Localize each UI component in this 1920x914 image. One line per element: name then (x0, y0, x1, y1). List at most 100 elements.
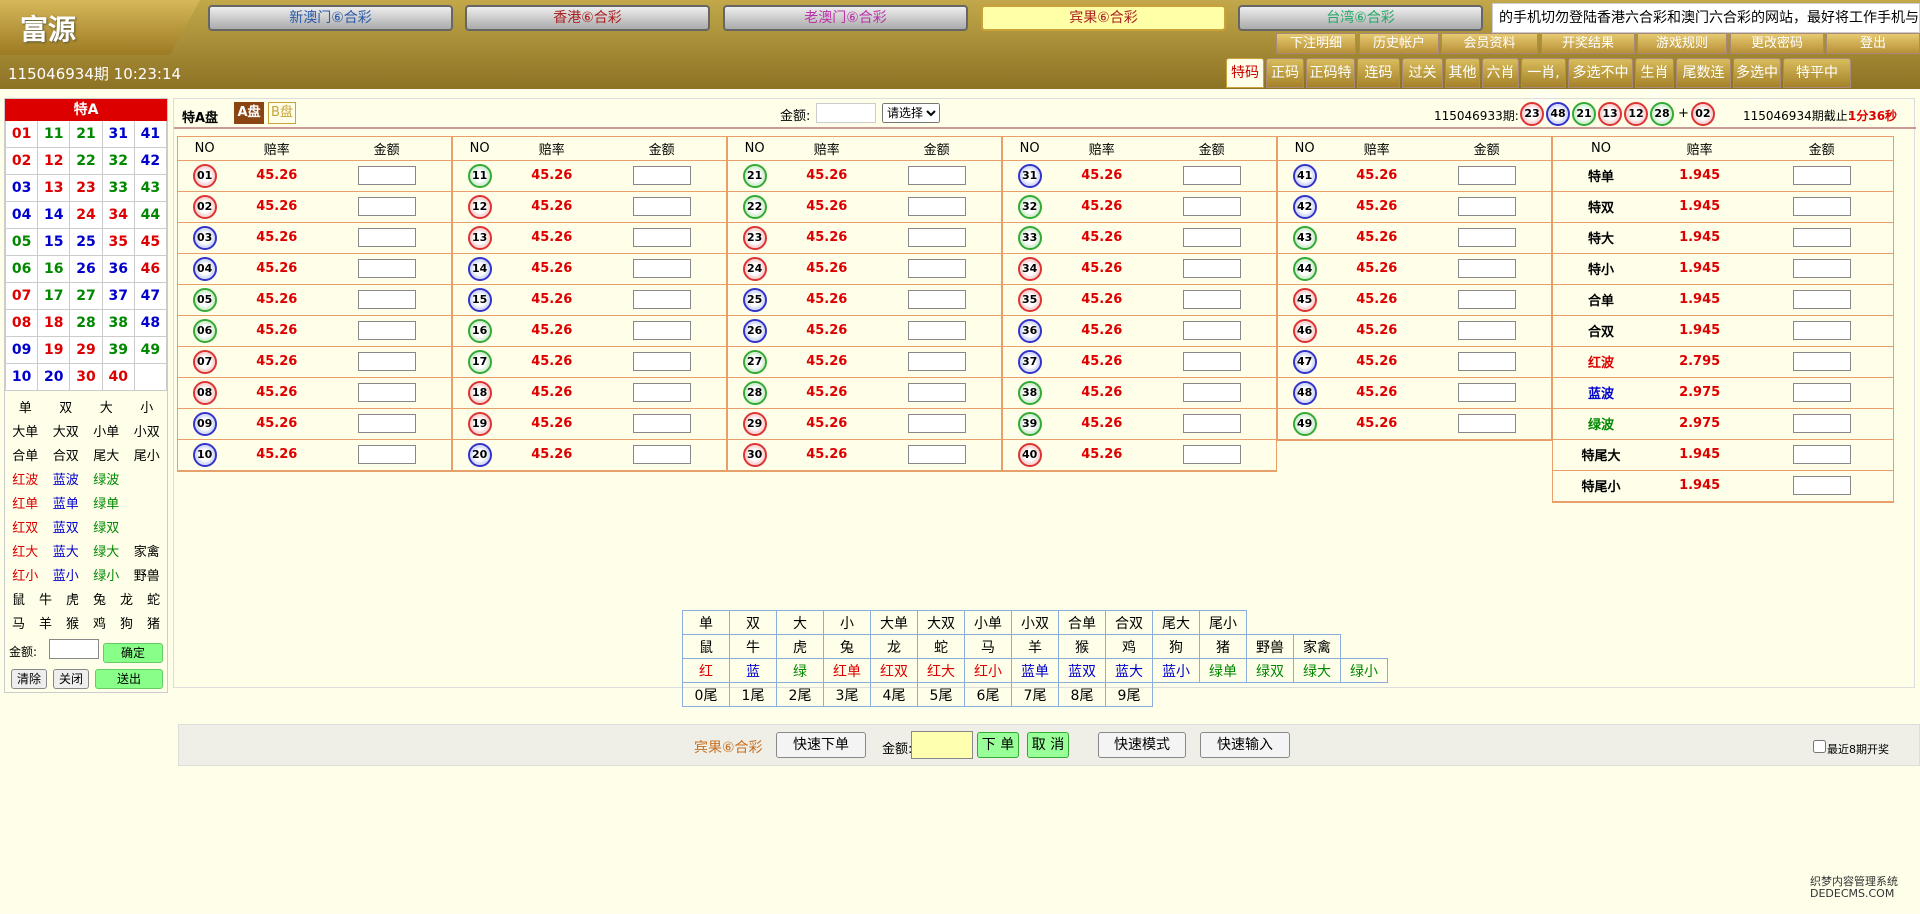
amount-input[interactable] (632, 166, 691, 185)
recent-checkbox[interactable] (1813, 740, 1826, 753)
amount-input[interactable] (1457, 414, 1516, 433)
amount-input[interactable] (907, 352, 966, 371)
quick-bet-cell[interactable]: 7尾 (1011, 682, 1059, 707)
amount-input[interactable] (1792, 476, 1851, 495)
amount-input[interactable] (1457, 383, 1516, 402)
nav-tab-3[interactable]: 连码 (1357, 58, 1400, 88)
submenu-4[interactable]: 游戏规则 (1637, 33, 1727, 54)
nav-tab-5[interactable]: 其他 (1445, 58, 1480, 88)
quick-bet-cell[interactable]: 小双 (1011, 610, 1059, 635)
quick-bet-cell[interactable]: 狗 (1152, 634, 1200, 659)
quick-bet-cell[interactable]: 家禽 (1293, 634, 1341, 659)
quick-bet-cell[interactable]: 小 (823, 610, 871, 635)
amount-input[interactable] (1457, 259, 1516, 278)
quick-bet-cell[interactable]: 大双 (917, 610, 965, 635)
amount-input[interactable] (1457, 166, 1516, 185)
amount-input[interactable] (1792, 414, 1851, 433)
quick-bet-cell[interactable]: 0尾 (682, 682, 730, 707)
lottery-tab-1[interactable]: 香港⑥合彩 (465, 5, 710, 31)
amount-input[interactable] (1182, 445, 1241, 464)
quick-bet-cell[interactable]: 红大 (917, 658, 965, 683)
quick-bet-cell[interactable]: 红小 (964, 658, 1012, 683)
amount-input[interactable] (632, 228, 691, 247)
quick-bet-cell[interactable]: 红双 (870, 658, 918, 683)
amount-input[interactable] (632, 445, 691, 464)
amount-input[interactable] (1182, 259, 1241, 278)
amount-input[interactable] (1182, 383, 1241, 402)
quick-bet-cell[interactable]: 蓝大 (1105, 658, 1153, 683)
amount-input[interactable] (1182, 290, 1241, 309)
amount-input[interactable] (907, 197, 966, 216)
quick-bet-cell[interactable]: 蛇 (917, 634, 965, 659)
quick-bet-cell[interactable]: 5尾 (917, 682, 965, 707)
quick-bet-cell[interactable]: 羊 (1011, 634, 1059, 659)
amount-input[interactable] (632, 414, 691, 433)
quick-bet-cell[interactable]: 绿小 (1340, 658, 1388, 683)
submenu-2[interactable]: 会员资料 (1441, 33, 1538, 54)
amount-input[interactable] (1457, 197, 1516, 216)
nav-tab-10[interactable]: 尾数连 (1676, 58, 1731, 88)
amount-input[interactable] (1792, 197, 1851, 216)
quick-bet-cell[interactable]: 大 (776, 610, 824, 635)
quick-bet-cell[interactable]: 单 (682, 610, 730, 635)
nav-tab-4[interactable]: 过关 (1402, 58, 1443, 88)
nav-tab-2[interactable]: 正码特 (1306, 58, 1355, 88)
quick-bet-cell[interactable]: 牛 (729, 634, 777, 659)
quick-bet-cell[interactable]: 尾小 (1199, 610, 1247, 635)
nav-tab-1[interactable]: 正码 (1266, 58, 1304, 88)
quick-bet-cell[interactable]: 9尾 (1105, 682, 1153, 707)
quick-bet-cell[interactable]: 蓝单 (1011, 658, 1059, 683)
quick-bet-cell[interactable]: 6尾 (964, 682, 1012, 707)
amount-input[interactable] (1457, 228, 1516, 247)
quick-bet-cell[interactable]: 8尾 (1058, 682, 1106, 707)
submenu-6[interactable]: 登出 (1826, 33, 1920, 54)
fast-mode-button[interactable]: 快速模式 (1098, 732, 1186, 758)
amount-input[interactable] (1792, 259, 1851, 278)
quick-bet-cell[interactable]: 猪 (1199, 634, 1247, 659)
quick-bet-cell[interactable]: 2尾 (776, 682, 824, 707)
quick-bet-cell[interactable]: 绿单 (1199, 658, 1247, 683)
amount-input[interactable] (1182, 166, 1241, 185)
quick-bet-cell[interactable]: 兔 (823, 634, 871, 659)
amount-input[interactable] (907, 290, 966, 309)
quick-bet-cell[interactable]: 龙 (870, 634, 918, 659)
amount-input[interactable] (1792, 352, 1851, 371)
lottery-tab-3[interactable]: 宾果⑥合彩 (981, 5, 1226, 31)
amount-input[interactable] (907, 166, 966, 185)
order-button[interactable]: 下 单 (977, 732, 1019, 758)
nav-tab-6[interactable]: 六肖 (1482, 58, 1519, 88)
quick-bet-cell[interactable]: 红单 (823, 658, 871, 683)
quick-bet-cell[interactable]: 绿大 (1293, 658, 1341, 683)
lottery-tab-0[interactable]: 新澳门⑥合彩 (208, 5, 453, 31)
fast-order-button[interactable]: 快速下单 (776, 732, 866, 758)
quick-bet-cell[interactable]: 双 (729, 610, 777, 635)
amount-input[interactable] (1792, 321, 1851, 340)
nav-tab-7[interactable]: 一肖,尾数 (1521, 58, 1566, 109)
amount-input[interactable] (1457, 290, 1516, 309)
quick-bet-cell[interactable]: 鼠 (682, 634, 730, 659)
quick-bet-cell[interactable]: 合单 (1058, 610, 1106, 635)
amount-input[interactable] (1457, 352, 1516, 371)
lottery-tab-4[interactable]: 台湾⑥合彩 (1238, 5, 1483, 31)
amount-input[interactable] (907, 228, 966, 247)
quick-bet-cell[interactable]: 野兽 (1246, 634, 1294, 659)
amount-input[interactable] (357, 445, 416, 464)
quick-bet-cell[interactable]: 尾大 (1152, 610, 1200, 635)
amount-input[interactable] (632, 259, 691, 278)
amount-input[interactable] (1792, 383, 1851, 402)
amount-input[interactable] (357, 228, 416, 247)
submenu-0[interactable]: 下注明细 (1276, 33, 1356, 54)
submenu-3[interactable]: 开奖结果 (1541, 33, 1635, 54)
cancel-button[interactable]: 取 消 (1027, 732, 1069, 758)
amount-input[interactable] (357, 259, 416, 278)
amount-input[interactable] (1182, 414, 1241, 433)
amount-input[interactable] (1182, 352, 1241, 371)
quick-bet-cell[interactable]: 鸡 (1105, 634, 1153, 659)
quick-bet-cell[interactable]: 蓝双 (1058, 658, 1106, 683)
quick-bet-cell[interactable]: 大单 (870, 610, 918, 635)
quick-bet-cell[interactable]: 猴 (1058, 634, 1106, 659)
amount-input[interactable] (907, 445, 966, 464)
amount-input[interactable] (357, 321, 416, 340)
amount-input[interactable] (357, 290, 416, 309)
amount-input[interactable] (907, 259, 966, 278)
